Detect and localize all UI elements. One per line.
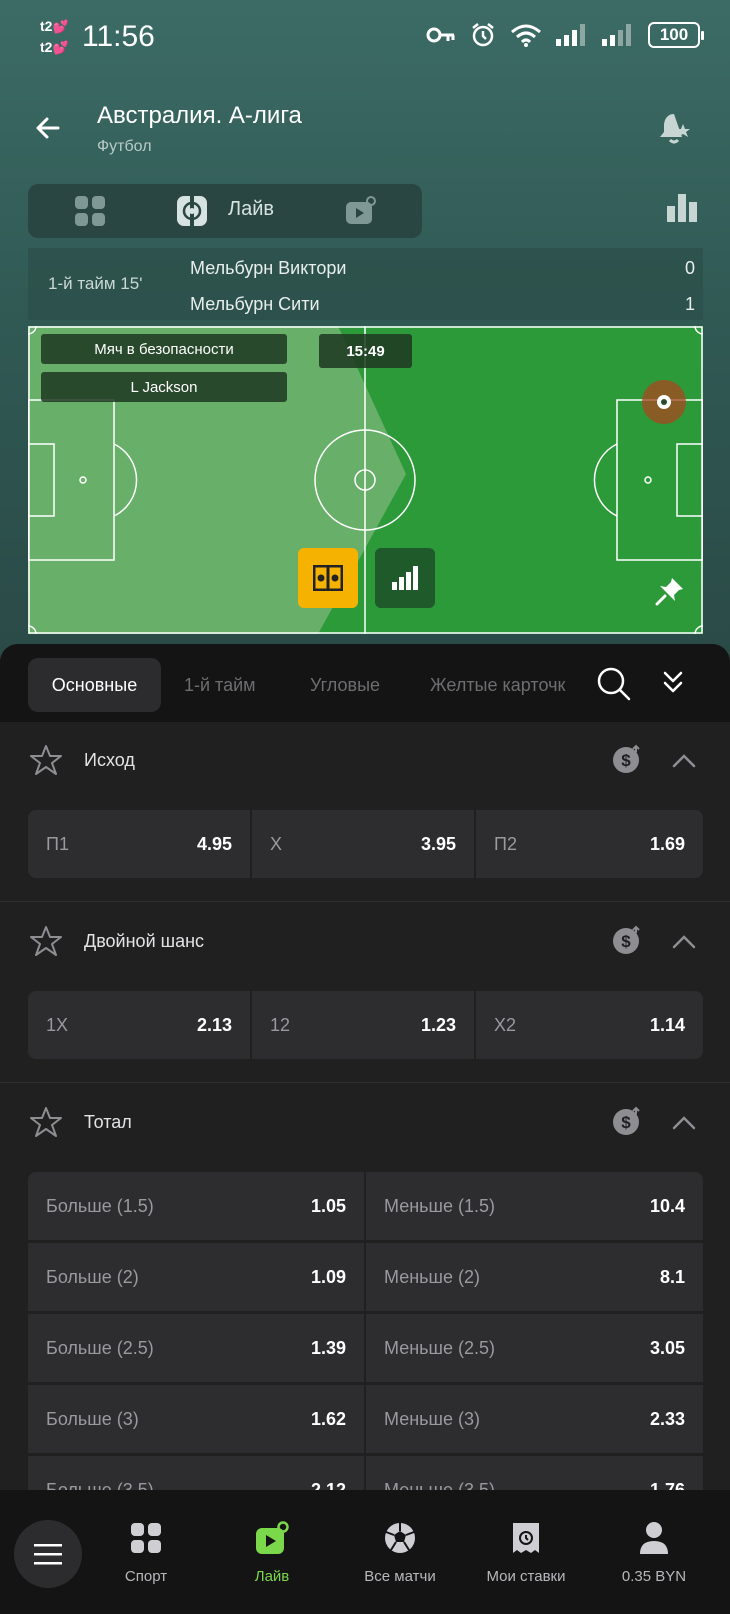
grid-view-icon[interactable] [74, 195, 106, 227]
odd-button[interactable]: 1X 2.13 [28, 991, 250, 1059]
ball-state-label: Мяч в безопасности [41, 334, 287, 364]
match-clock: 15:49 [319, 334, 412, 368]
nav-account[interactable]: 0.35 BYN [594, 1518, 714, 1585]
battery-indicator: 100 [648, 22, 704, 48]
star-icon[interactable] [30, 744, 62, 776]
alarm-icon [472, 23, 494, 47]
odd-button[interactable]: П1 4.95 [28, 810, 250, 878]
live-view-label[interactable]: Лайв [228, 198, 274, 221]
cashout-icon[interactable]: $ [612, 1106, 642, 1136]
odd-button[interactable]: Меньше (3) 2.33 [366, 1385, 703, 1453]
tab-corners[interactable]: Угловые [310, 658, 380, 712]
market-title: Двойной шанс [84, 931, 205, 951]
pitch-stats-button[interactable] [375, 548, 435, 608]
odd-button[interactable]: Меньше (2.5) 3.05 [366, 1314, 703, 1382]
lineup-button[interactable] [298, 548, 358, 608]
home-score: 0 [684, 258, 695, 278]
key-icon [426, 27, 455, 43]
signal-icon [556, 24, 585, 46]
odd-button[interactable]: Больше (2) 1.09 [28, 1243, 364, 1311]
wifi-icon [511, 24, 541, 47]
odd-button[interactable]: X 3.95 [252, 810, 474, 878]
status-bar: t2💕 t2💕 11:56 100 [0, 0, 730, 80]
collapse-all-icon[interactable] [662, 670, 684, 694]
market-tabs: Основные 1-й тайм Угловые Желтые карточк [0, 644, 730, 722]
markets-sheet: Основные 1-й тайм Угловые Желтые карточк… [0, 644, 730, 1524]
divider [0, 901, 730, 902]
pin-icon[interactable] [655, 576, 685, 606]
chevron-up-icon[interactable] [672, 754, 696, 768]
odd-button[interactable]: X2 1.14 [476, 991, 703, 1059]
search-icon[interactable] [596, 666, 632, 702]
status-time: 11:56 [82, 20, 155, 53]
away-score: 1 [684, 294, 695, 314]
home-team-name: Мельбурн Виктори [190, 258, 347, 278]
market-header-double-chance[interactable]: Двойной шанс $ [0, 903, 730, 981]
soccer-ball-icon [385, 1523, 415, 1553]
match-header-area: t2💕 t2💕 11:56 100 Австралия. А-лига Футб… [0, 0, 730, 660]
sport-subtitle: Футбол [97, 138, 152, 155]
odd-button[interactable]: Больше (1.5) 1.05 [28, 1172, 364, 1240]
score-panel: 1-й тайм 15' Мельбурн Виктори Мельбурн С… [28, 248, 703, 320]
chevron-up-icon[interactable] [672, 1116, 696, 1130]
menu-button[interactable] [14, 1520, 82, 1588]
svg-text:$: $ [621, 932, 631, 951]
sport-grid-icon [131, 1523, 161, 1553]
star-icon[interactable] [30, 1106, 62, 1138]
player-label: L Jackson [41, 372, 287, 402]
live-pitch: Мяч в безопасности L Jackson 15:49 [28, 326, 703, 634]
lineup-icon [313, 565, 343, 591]
tab-main[interactable]: Основные [28, 658, 161, 712]
tab-yellow-cards[interactable]: Желтые карточк [430, 658, 580, 712]
notification-bell-icon[interactable] [656, 110, 692, 146]
tab-first-half[interactable]: 1-й тайм [184, 658, 256, 712]
statistics-icon[interactable] [666, 192, 698, 224]
signal-icon-2 [602, 24, 631, 46]
live-tv-icon [256, 1521, 289, 1554]
signal-bars-icon [392, 566, 418, 590]
match-period: 1-й тайм 15' [48, 274, 143, 293]
market-title: Тотал [84, 1112, 132, 1132]
star-icon[interactable] [30, 925, 62, 957]
away-team-name: Мельбурн Сити [190, 294, 320, 314]
chevron-up-icon[interactable] [672, 935, 696, 949]
cashout-icon[interactable]: $ [612, 925, 642, 955]
cashout-icon[interactable]: $ [612, 744, 642, 774]
odd-button[interactable]: Больше (3) 1.62 [28, 1385, 364, 1453]
carrier-label: t2💕 t2💕 [40, 18, 69, 55]
odd-button[interactable]: П2 1.69 [476, 810, 703, 878]
svg-text:$: $ [621, 1113, 631, 1132]
user-icon [640, 1522, 668, 1554]
view-switch: Лайв [28, 184, 422, 238]
league-title: Австралия. А-лига [97, 102, 302, 129]
hamburger-menu-icon [34, 1544, 62, 1565]
odd-button[interactable]: Больше (2.5) 1.39 [28, 1314, 364, 1382]
nav-live[interactable]: Лайв [212, 1518, 332, 1585]
svg-text:$: $ [621, 751, 631, 770]
odd-button[interactable]: Меньше (1.5) 10.4 [366, 1172, 703, 1240]
nav-all-matches[interactable]: Все матчи [340, 1518, 460, 1585]
tv-stream-icon[interactable] [344, 194, 378, 228]
ticket-icon [513, 1523, 539, 1553]
odd-button[interactable]: 12 1.23 [252, 991, 474, 1059]
market-header-total[interactable]: Тотал $ [0, 1084, 730, 1162]
nav-my-bets[interactable]: Мои ставки [466, 1518, 586, 1585]
nav-sport[interactable]: Спорт [86, 1518, 206, 1585]
bottom-navigation: Спорт Лайв Все матчи Мои ставки 0.35 BYN [0, 1490, 730, 1614]
odd-button[interactable]: Меньше (2) 8.1 [366, 1243, 703, 1311]
back-arrow-icon[interactable] [34, 114, 62, 142]
live-field-icon[interactable] [176, 195, 208, 227]
market-title: Исход [84, 750, 135, 770]
market-header-outcome[interactable]: Исход $ [0, 722, 730, 800]
divider [0, 1082, 730, 1083]
